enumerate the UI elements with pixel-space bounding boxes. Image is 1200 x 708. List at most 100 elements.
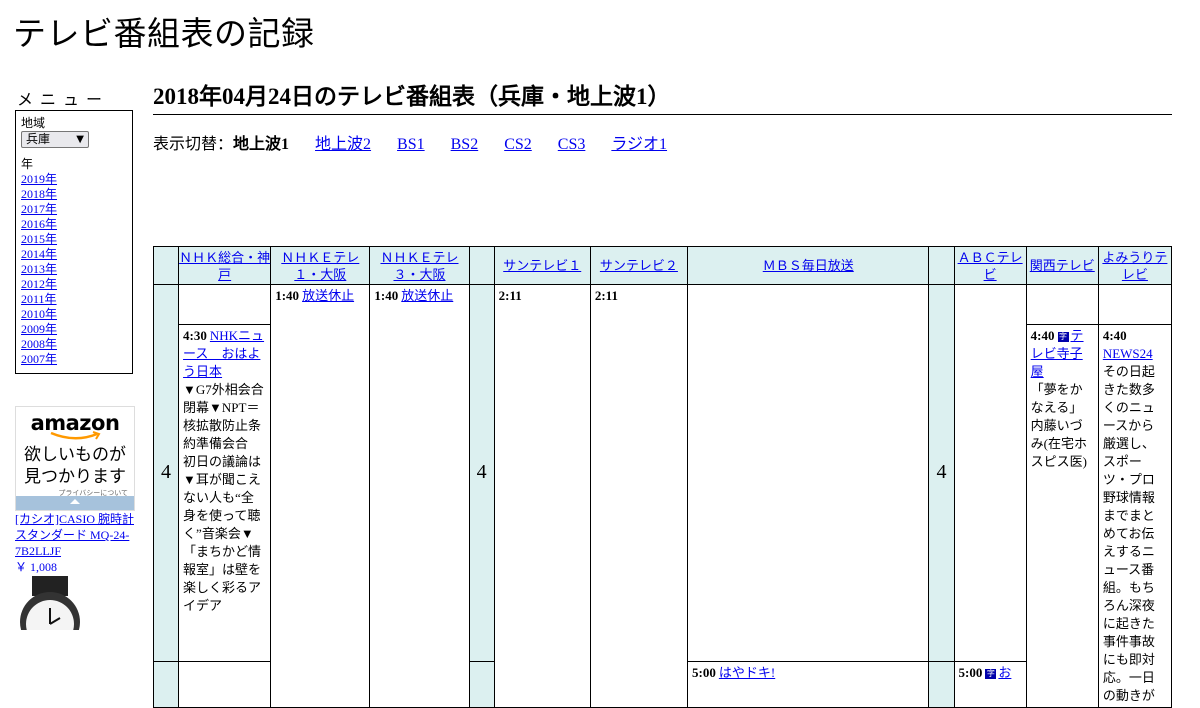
year-label: 年 bbox=[21, 157, 34, 171]
channel-link[interactable]: ＮＨＫＥテレ１・大阪 bbox=[281, 250, 359, 282]
switch-link-cs3[interactable]: CS3 bbox=[558, 136, 586, 153]
year-list: 2019年 2018年 2017年 2016年 2015年 2014年 2013… bbox=[21, 172, 127, 367]
region-label: 地域 bbox=[21, 116, 46, 130]
channel-link[interactable]: サンテレビ１ bbox=[503, 258, 581, 273]
menu-heading: メニュー bbox=[17, 90, 110, 109]
year-link[interactable]: 2010年 bbox=[21, 307, 127, 322]
program-cell: 2:11 bbox=[589, 284, 689, 708]
display-switcher: 表示切替：地上波1 地上波2 BS1 BS2 CS2 CS3 ラジオ1 bbox=[153, 134, 689, 156]
data-broadcast-icon: 字 bbox=[985, 669, 997, 679]
empty-slot bbox=[953, 284, 1027, 662]
empty-slot bbox=[1025, 284, 1099, 325]
hour-header bbox=[152, 246, 180, 285]
channel-header[interactable]: ＭＢＳ毎日放送 bbox=[687, 246, 930, 285]
year-link[interactable]: 2012年 bbox=[21, 277, 127, 292]
program-title-link[interactable]: 放送休止 bbox=[302, 288, 354, 303]
program-cell: 1:40 放送休止 bbox=[369, 284, 470, 708]
program-time: 1:40 bbox=[275, 288, 300, 303]
channel-header[interactable]: ＮＨＫ総合・神戸 bbox=[178, 246, 272, 285]
channel-header[interactable]: よみうりテレビ bbox=[1097, 246, 1173, 285]
program-cell: 4:40 字テレビ寺子屋 「夢をかなえる」内藤いづみ(在宅ホスピス医) bbox=[1025, 324, 1099, 708]
year-link[interactable]: 2014年 bbox=[21, 247, 127, 262]
program-title-link[interactable]: はやドキ! bbox=[719, 665, 775, 680]
program-description: その日起きた数多くのニュースから厳選し、スポーツ・プロ野球情報までまとめてお伝え… bbox=[1102, 364, 1155, 703]
hour-cell bbox=[152, 660, 180, 708]
channel-link[interactable]: ＮＨＫ総合・神戸 bbox=[179, 250, 270, 282]
watch-image[interactable] bbox=[18, 576, 84, 630]
channel-link[interactable]: ＡＢＣテレビ bbox=[958, 250, 1023, 282]
ad-toggle-bar[interactable] bbox=[16, 496, 134, 510]
amazon-ad[interactable]: amazon 欲しいものが 見つかります プライバシーについて bbox=[15, 406, 135, 511]
region-select-value: 兵庫 bbox=[26, 132, 51, 146]
empty-slot bbox=[1097, 284, 1173, 325]
year-link[interactable]: 2019年 bbox=[21, 172, 127, 187]
ad-product-price: ￥ 1,008 bbox=[15, 560, 58, 574]
region-select[interactable]: 兵庫 ▼ bbox=[21, 131, 89, 148]
program-time: 1:40 bbox=[374, 288, 399, 303]
year-link[interactable]: 2018年 bbox=[21, 187, 127, 202]
chevron-up-icon bbox=[70, 499, 80, 504]
hour-cell: 4 bbox=[152, 284, 180, 662]
switcher-label: 表示切替： bbox=[153, 136, 234, 153]
year-link[interactable]: 2009年 bbox=[21, 322, 127, 337]
switch-link-terrestrial2[interactable]: 地上波2 bbox=[315, 136, 371, 153]
page-title: 2018年04月24日のテレビ番組表（兵庫・地上波1） bbox=[153, 80, 1172, 115]
switch-link-radio1[interactable]: ラジオ1 bbox=[611, 136, 667, 153]
year-link[interactable]: 2008年 bbox=[21, 337, 127, 352]
channel-link[interactable]: ＮＨＫＥテレ３・大阪 bbox=[380, 250, 458, 282]
switch-link-bs2[interactable]: BS2 bbox=[451, 136, 479, 153]
hour-header bbox=[468, 246, 495, 285]
empty-slot bbox=[687, 284, 930, 662]
program-cell: 5:00 はやドキ! bbox=[687, 660, 930, 708]
program-cell: 5:00 字お bbox=[953, 660, 1027, 708]
data-broadcast-icon: 字 bbox=[1057, 332, 1069, 343]
hour-cell bbox=[468, 660, 495, 708]
year-link[interactable]: 2013年 bbox=[21, 262, 127, 277]
year-link[interactable]: 2015年 bbox=[21, 232, 127, 247]
program-time: 4:30 bbox=[183, 328, 207, 343]
ad-product-link[interactable]: [カシオ]CASIO 腕時計 スタンダード MQ-24-7B2LLJF bbox=[15, 512, 134, 558]
program-cell: 2:11 bbox=[493, 284, 591, 708]
channel-header[interactable]: ＡＢＣテレビ bbox=[953, 246, 1027, 285]
channel-link[interactable]: 関西テレビ bbox=[1030, 258, 1095, 273]
program-time: 2:11 bbox=[498, 288, 522, 303]
program-time: 4:40 bbox=[1102, 328, 1127, 343]
channel-link[interactable]: よみうりテレビ bbox=[1102, 250, 1167, 282]
program-time: 4:40 bbox=[1030, 328, 1055, 343]
program-description: ▼G7外相会合 閉幕▼NPT＝核拡散防止条約準備会合 初日の議論は▼耳が聞こえな… bbox=[183, 382, 277, 613]
channel-header[interactable]: サンテレビ２ bbox=[589, 246, 689, 285]
switch-link-bs1[interactable]: BS1 bbox=[397, 136, 425, 153]
program-description: 「夢をかなえる」内藤いづみ(在宅ホスピス医) bbox=[1030, 382, 1088, 469]
program-title-link[interactable]: NEWS24 bbox=[1103, 346, 1153, 361]
switch-link-cs2[interactable]: CS2 bbox=[504, 136, 532, 153]
program-cell: 1:40 放送休止 bbox=[270, 284, 371, 708]
channel-header-row: ＮＨＫ総合・神戸 ＮＨＫＥテレ１・大阪 ＮＨＫＥテレ３・大阪 サンテレビ１ サン… bbox=[152, 246, 1173, 285]
menu-box: 地域 兵庫 ▼ 年 2019年 2018年 2017年 2016年 2015年 … bbox=[15, 110, 133, 374]
chevron-down-icon: ▼ bbox=[76, 134, 84, 145]
year-link[interactable]: 2017年 bbox=[21, 202, 127, 217]
channel-header[interactable]: サンテレビ１ bbox=[493, 246, 591, 285]
amazon-logo: amazon bbox=[30, 411, 120, 435]
channel-header[interactable]: ＮＨＫＥテレ３・大阪 bbox=[369, 246, 470, 285]
program-table: ＮＨＫ総合・神戸 ＮＨＫＥテレ１・大阪 ＮＨＫＥテレ３・大阪 サンテレビ１ サン… bbox=[152, 246, 1173, 708]
ad-text-line1: 欲しいものが bbox=[24, 445, 126, 465]
table-row: 4 1:40 放送休止 1:40 放送休止 4 2:11 2:11 4 bbox=[152, 284, 1173, 708]
channel-header[interactable]: ＮＨＫＥテレ１・大阪 bbox=[270, 246, 371, 285]
channel-link[interactable]: サンテレビ２ bbox=[600, 258, 678, 273]
channel-header[interactable]: 関西テレビ bbox=[1025, 246, 1099, 285]
empty-slot bbox=[178, 284, 272, 325]
program-time: 2:11 bbox=[594, 288, 618, 303]
year-link[interactable]: 2011年 bbox=[21, 292, 127, 307]
channel-link[interactable]: ＭＢＳ毎日放送 bbox=[763, 258, 854, 273]
year-link[interactable]: 2007年 bbox=[21, 352, 127, 367]
hour-cell: 4 bbox=[468, 284, 495, 662]
year-link[interactable]: 2016年 bbox=[21, 217, 127, 232]
program-title-link[interactable]: お bbox=[998, 665, 1011, 680]
program-cell: 4:30 NHKニュース おはよう日本 ▼G7外相会合 閉幕▼NPT＝核拡散防止条… bbox=[178, 324, 277, 662]
program-title-link[interactable]: 放送休止 bbox=[401, 288, 453, 303]
switcher-current: 地上波1 bbox=[233, 136, 290, 153]
ad-text-line2: 見つかります bbox=[24, 467, 126, 487]
hour-cell: 4 bbox=[928, 284, 955, 662]
ad-product: [カシオ]CASIO 腕時計 スタンダード MQ-24-7B2LLJF ￥ 1,… bbox=[15, 511, 137, 575]
site-title: テレビ番組表の記録 bbox=[13, 14, 315, 53]
